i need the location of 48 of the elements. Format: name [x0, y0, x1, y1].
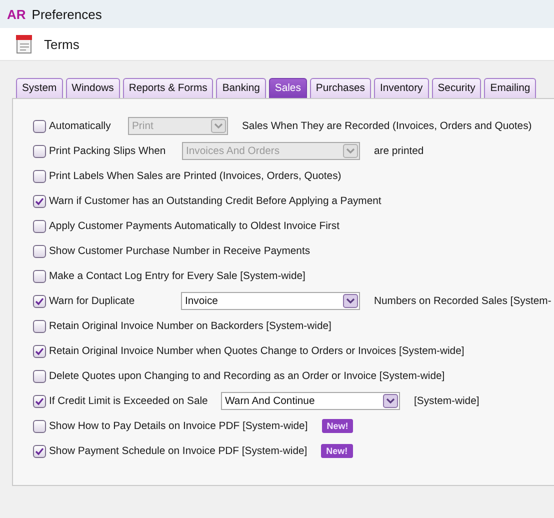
checkbox[interactable]: [33, 394, 46, 408]
app-logo: AR: [7, 6, 26, 22]
option-label: Show Payment Schedule on Invoice PDF [System-wide]: [49, 446, 308, 456]
option-label: Print Labels When Sales are Printed (Invoices, Orders, Quotes): [49, 170, 342, 182]
option-label: If Credit Limit is Exceeded on Sale: [49, 396, 209, 406]
option-label: Warn for Duplicate: [49, 296, 136, 306]
checkbox[interactable]: [33, 444, 46, 458]
option-label: Apply Customer Payments Automatically to Oldest Invoice First: [49, 220, 340, 232]
checkbox[interactable]: [33, 270, 46, 282]
option-label: Warn if Customer has an Outstanding Credit Before Applying a Payment: [49, 196, 382, 206]
checkbox[interactable]: [33, 294, 46, 308]
tab[interactable]: Sales: [268, 78, 307, 98]
checkbox[interactable]: [33, 220, 46, 232]
checkbox[interactable]: [33, 144, 46, 158]
option-label: Retain Original Invoice Number on Backorders [System-wide]: [49, 320, 332, 332]
option-suffix: Numbers on Recorded Sales [System-: [374, 296, 552, 306]
checkbox[interactable]: [33, 370, 46, 382]
checkbox[interactable]: [33, 194, 46, 208]
tab[interactable]: Emailing: [484, 78, 536, 98]
checkbox[interactable]: [33, 420, 46, 432]
option-suffix: [System-wide]: [414, 396, 480, 406]
toolbar-label: Terms: [44, 36, 80, 52]
tab[interactable]: Windows: [66, 78, 120, 98]
tab[interactable]: Security: [432, 78, 482, 98]
option-suffix: Sales When They are Recorded (Invoices, Orders and Quotes): [242, 120, 532, 132]
checkbox[interactable]: [33, 170, 46, 182]
checkbox[interactable]: [33, 320, 46, 332]
dropdown[interactable]: Warn And Continue: [221, 392, 400, 410]
option-suffix: are printed: [374, 146, 424, 156]
option-label: Automatically: [49, 120, 112, 132]
tab[interactable]: Inventory: [374, 78, 429, 98]
checkbox[interactable]: [33, 244, 46, 258]
tab[interactable]: Reports & Forms: [122, 78, 214, 98]
tab[interactable]: System: [16, 78, 63, 98]
dropdown[interactable]: Invoice: [181, 292, 360, 310]
option-label: Show Customer Purchase Number in Receive Payments: [49, 246, 310, 256]
new-badge: New!: [321, 444, 353, 458]
option-label: Retain Original Invoice Number when Quotes Change to Orders or Invoices [System-wide]: [49, 346, 464, 356]
checkbox[interactable]: [33, 344, 46, 358]
tab[interactable]: Purchases: [310, 78, 371, 98]
option-label: Make a Contact Log Entry for Every Sale [System-wide]: [49, 270, 306, 282]
checkbox[interactable]: [33, 120, 46, 132]
tab[interactable]: Banking: [216, 78, 266, 98]
option-label: Delete Quotes upon Changing to and Recording as an Order or Invoice [System-wide]: [49, 370, 445, 382]
window-title: Preferences: [32, 6, 102, 22]
option-label: Show How to Pay Details on Invoice PDF [System-wide]: [49, 420, 308, 432]
new-badge: New!: [322, 419, 354, 433]
option-label: Print Packing Slips When: [49, 146, 167, 156]
